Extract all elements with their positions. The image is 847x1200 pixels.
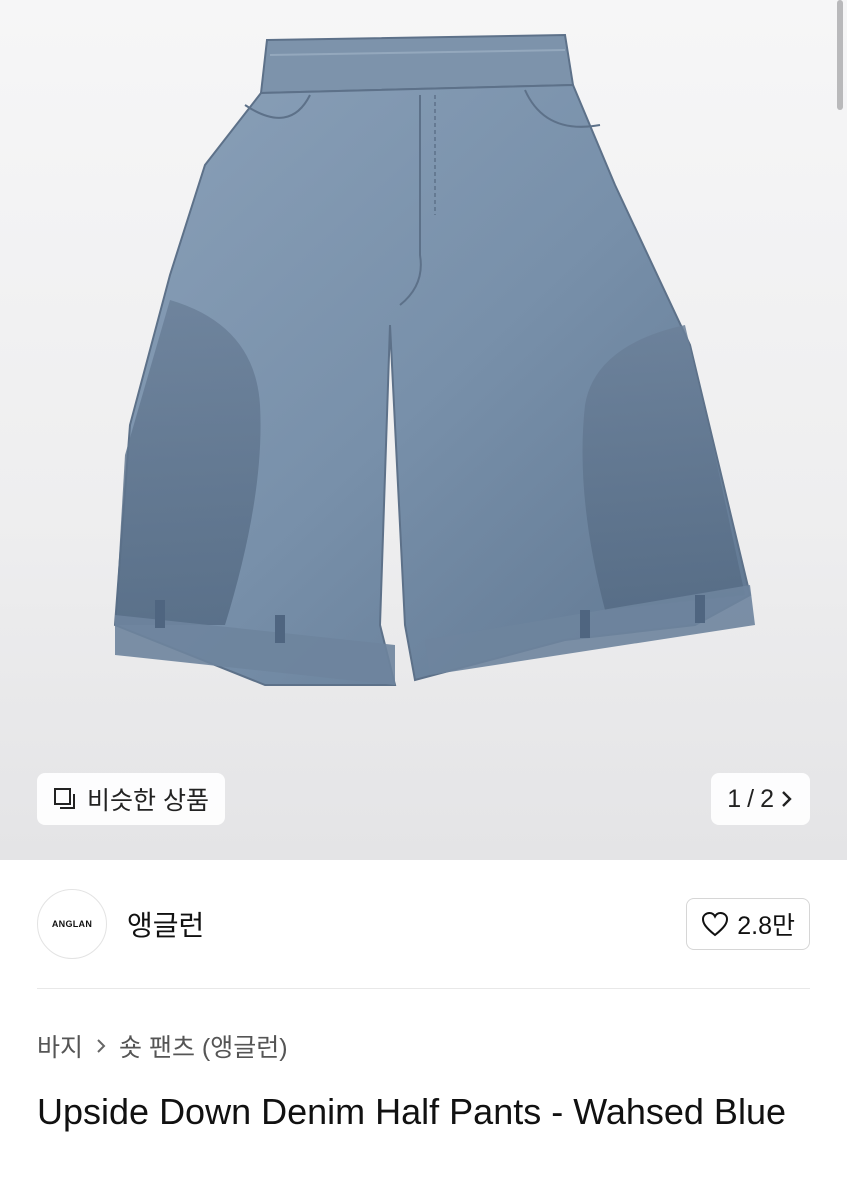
chevron-right-icon — [782, 791, 792, 807]
breadcrumb: 바지 숏 팬츠 (앵글런) — [37, 1028, 288, 1064]
image-pager[interactable]: 1 / 2 — [711, 773, 810, 825]
similar-products-label: 비슷한 상품 — [87, 787, 209, 815]
chevron-right-icon — [97, 1039, 106, 1053]
product-image — [113, 33, 755, 686]
breadcrumb-category[interactable]: 바지 — [37, 1028, 83, 1064]
similar-products-icon — [54, 788, 75, 809]
pager-current: 1 — [727, 784, 742, 813]
like-count: 2.8만 — [737, 912, 795, 940]
brand-row: ANGLAN 앵글런 2.8만 — [37, 888, 810, 960]
breadcrumb-subcategory[interactable]: 숏 팬츠 (앵글런) — [119, 1028, 288, 1064]
like-button[interactable]: 2.8만 — [686, 898, 810, 950]
brand-logo[interactable]: ANGLAN — [37, 889, 107, 959]
pager-separator: / — [747, 784, 755, 813]
similar-products-button[interactable]: 비슷한 상품 — [37, 773, 225, 825]
product-title: Upside Down Denim Half Pants - Wahsed Bl… — [37, 1091, 786, 1132]
divider — [37, 988, 810, 989]
product-image-carousel[interactable]: 비슷한 상품 1 / 2 — [0, 0, 847, 860]
brand-logo-text: ANGLAN — [51, 919, 93, 929]
pager-total: 2 — [760, 784, 774, 813]
page-scrollbar[interactable] — [837, 0, 843, 110]
heart-icon — [702, 911, 729, 937]
brand-name[interactable]: 앵글런 — [127, 904, 204, 944]
